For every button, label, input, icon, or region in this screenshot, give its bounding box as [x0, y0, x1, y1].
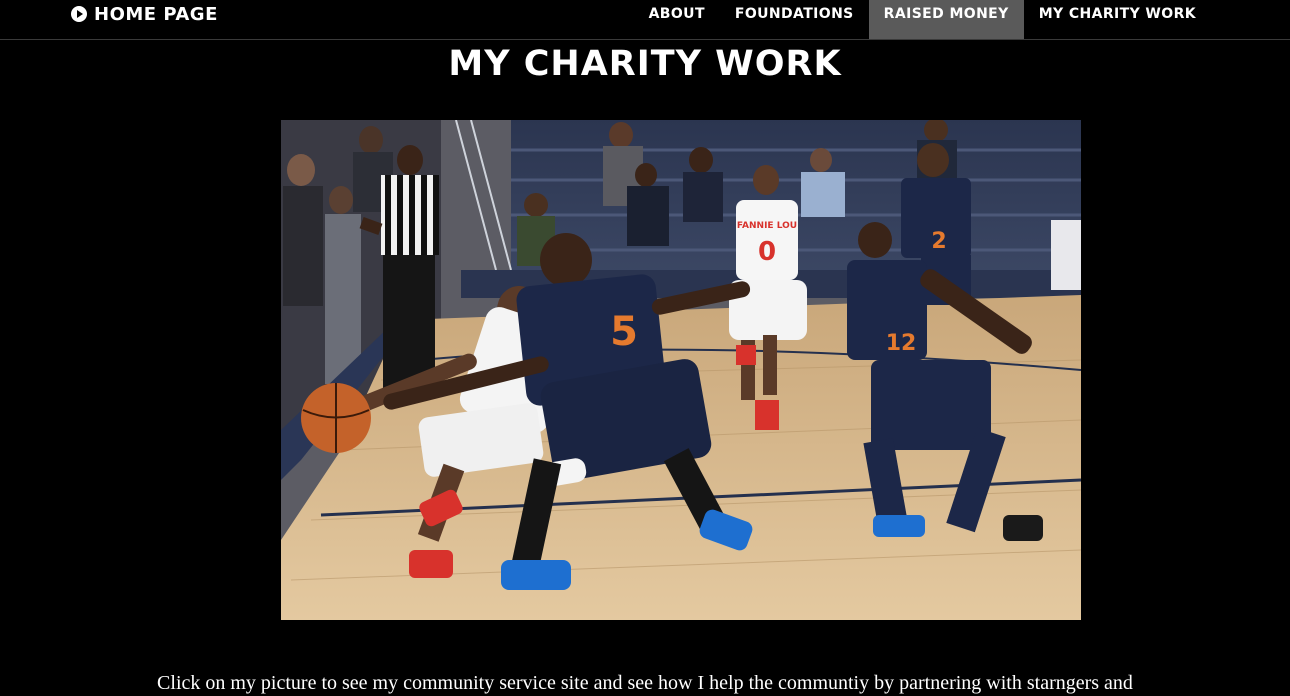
- jersey-number-12: 12: [886, 331, 917, 356]
- basketball-photo: FANNIE LOU 0 2 12 5: [281, 120, 1081, 620]
- charity-photo-link[interactable]: FANNIE LOU 0 2 12 5: [281, 120, 1081, 620]
- nav-item-about[interactable]: ABOUT: [634, 0, 720, 39]
- home-page-label: HOME PAGE: [94, 3, 218, 25]
- nav-links: ABOUT FOUNDATIONS RAISED MONEY MY CHARIT…: [634, 0, 1211, 39]
- page-title: MY CHARITY WORK: [448, 44, 842, 84]
- nav-item-my-charity-work[interactable]: MY CHARITY WORK: [1024, 0, 1211, 39]
- jersey-text-fannie-lou: FANNIE LOU: [737, 221, 797, 231]
- jersey-number-5: 5: [610, 309, 638, 355]
- top-navbar: HOME PAGE ABOUT FOUNDATIONS RAISED MONEY…: [0, 0, 1290, 40]
- play-circle-icon: [71, 6, 87, 22]
- nav-item-raised-money[interactable]: RAISED MONEY: [868, 0, 1024, 39]
- home-page-link[interactable]: HOME PAGE: [71, 0, 218, 28]
- jersey-number-2: 2: [931, 229, 946, 254]
- photo-caption: Click on my picture to see my community …: [157, 672, 1133, 694]
- jersey-number-0: 0: [758, 237, 776, 267]
- nav-item-foundations[interactable]: FOUNDATIONS: [720, 0, 869, 39]
